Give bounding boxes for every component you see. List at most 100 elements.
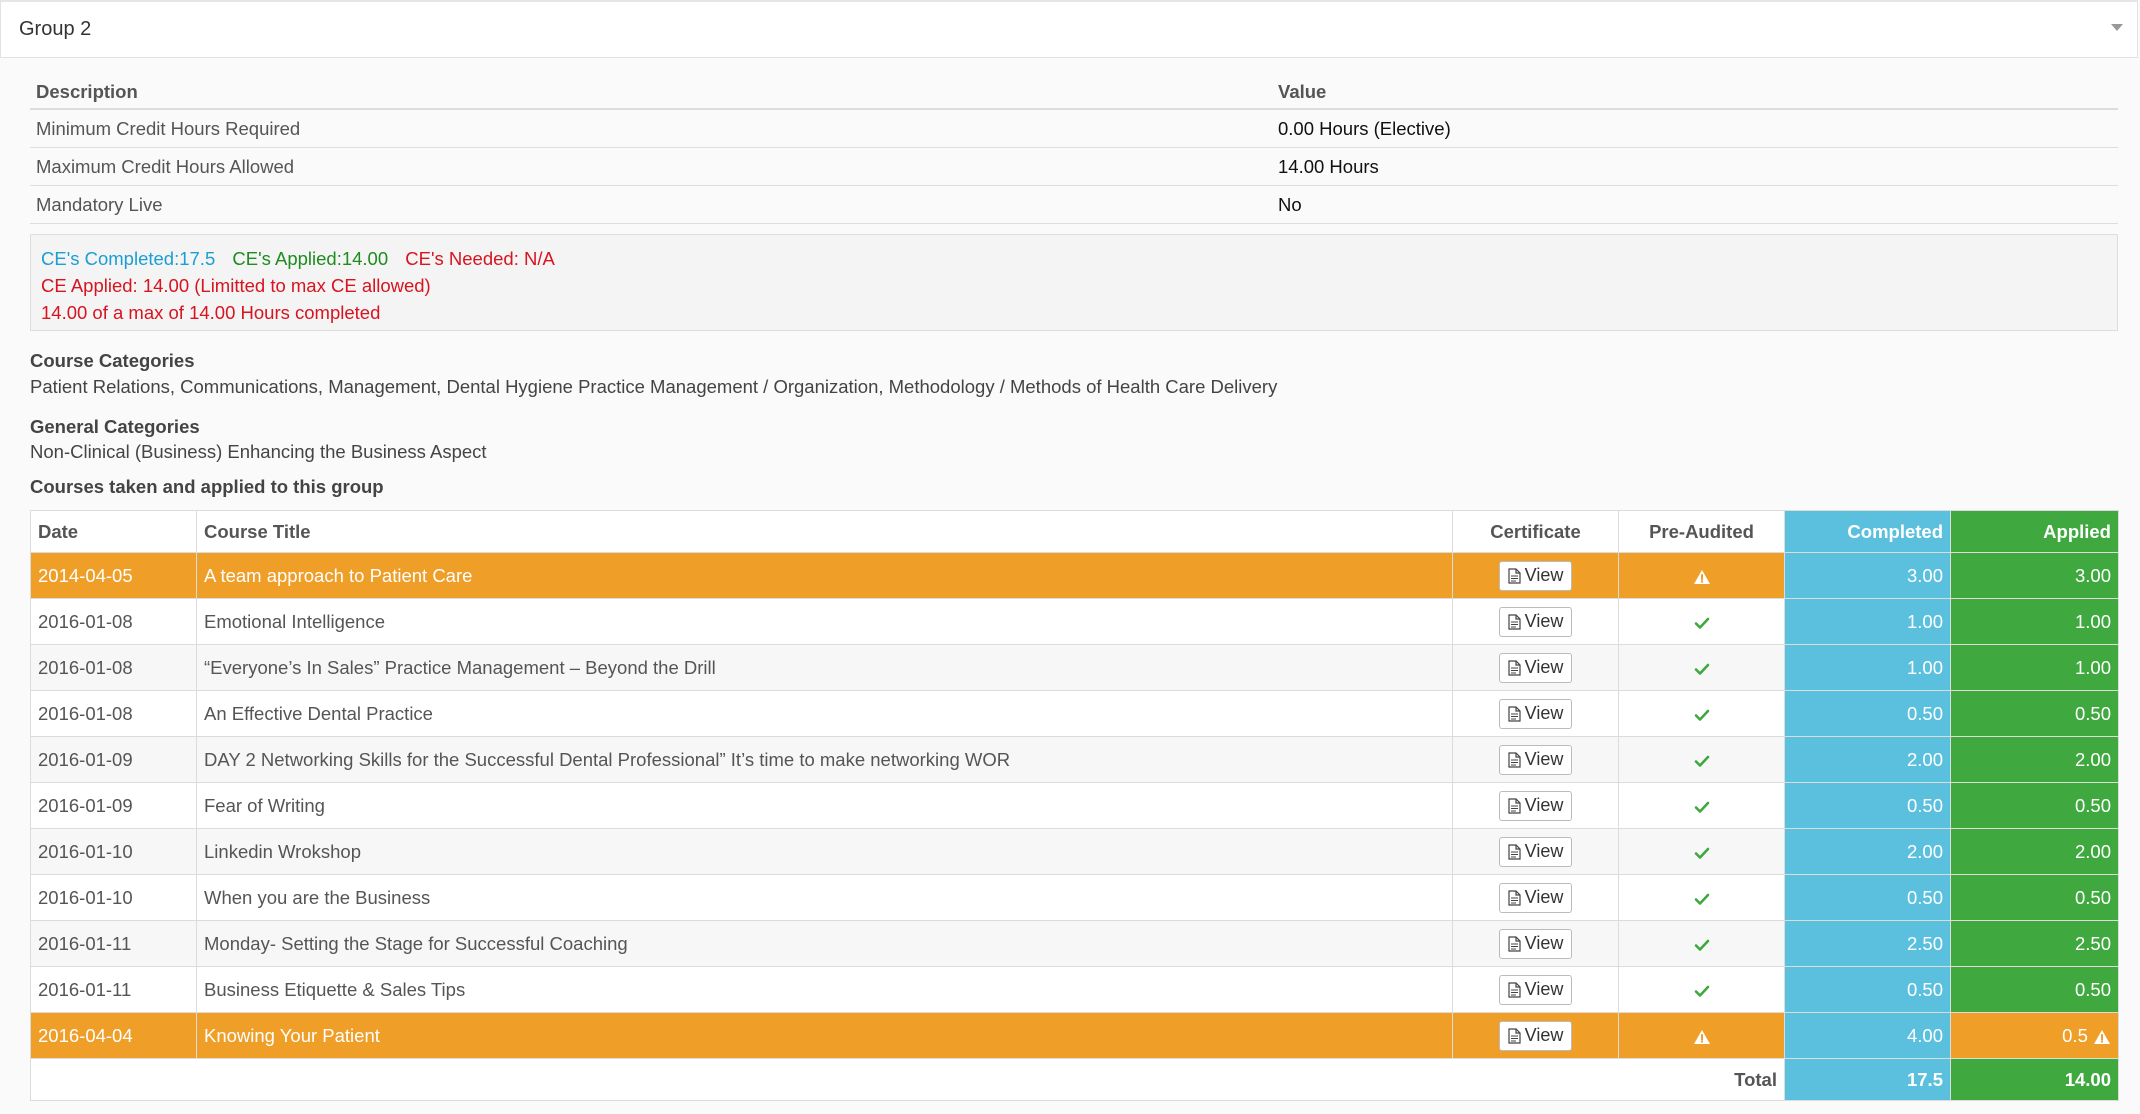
document-icon [1508, 751, 1521, 768]
pre-audited-cell [1618, 736, 1785, 783]
pre-audited-cell [1618, 920, 1785, 967]
course-row: 2016-01-09 Fear of Writing View 0.50 0.50 [30, 782, 2119, 829]
course-applied: 2.00 [1950, 828, 2119, 875]
course-applied: 2.50 [1950, 920, 2119, 967]
ce-needed: CE's Needed: N/A [405, 248, 555, 269]
check-icon [1694, 801, 1709, 813]
certificate-cell: View [1452, 828, 1619, 875]
view-certificate-button[interactable]: View [1498, 836, 1573, 867]
course-title: Business Etiquette & Sales Tips [196, 966, 1453, 1013]
course-applied: 2.00 [1950, 736, 2119, 783]
course-applied-value: 3.00 [2074, 564, 2111, 586]
pre-audited-cell [1618, 1012, 1785, 1059]
view-certificate-button[interactable]: View [1498, 560, 1573, 591]
ce-applied-note: CE Applied: 14.00 (Limitted to max CE al… [41, 275, 431, 296]
course-applied-value: 0.50 [2074, 794, 2111, 816]
check-icon [1694, 663, 1709, 675]
course-row: 2016-01-10 When you are the Business View 0… [30, 874, 2119, 921]
requirement-row: Maximum Credit Hours Allowed 14.00 Hours [30, 147, 2118, 186]
course-categories-text: Patient Relations, Communications, Manag… [30, 376, 1278, 397]
check-icon [1694, 939, 1709, 951]
courses-table: Date Course Title Certificate Pre-Audite… [30, 510, 2119, 1101]
course-applied-value: 0.50 [2074, 886, 2111, 908]
pre-audited-cell [1618, 598, 1785, 645]
course-applied-value: 1.00 [2074, 610, 2111, 632]
requirement-value: 14.00 Hours [1272, 147, 2118, 186]
certificate-cell: View [1452, 552, 1619, 599]
view-certificate-button[interactable]: View [1498, 606, 1573, 637]
course-completed: 0.50 [1784, 782, 1951, 829]
course-date: 2014-04-05 [30, 552, 197, 599]
course-applied: 3.00 [1950, 552, 2119, 599]
pre-audited-cell [1618, 828, 1785, 875]
course-title: An Effective Dental Practice [196, 690, 1453, 737]
document-icon [1508, 797, 1521, 814]
caret-down-icon[interactable] [2111, 24, 2123, 31]
course-date: 2016-01-10 [30, 828, 197, 875]
course-row: 2016-01-08 “Everyone’s In Sales” Practice… [30, 644, 2119, 691]
total-completed: 17.5 [1784, 1058, 1951, 1101]
requirement-row: Mandatory Live No [30, 185, 2118, 224]
course-completed: 3.00 [1784, 552, 1951, 599]
general-categories-text: Non-Clinical (Business) Enhancing the Bu… [30, 441, 487, 462]
panel-title: Group 2 [19, 18, 92, 40]
pre-audited-cell [1618, 966, 1785, 1013]
view-certificate-button[interactable]: View [1498, 974, 1573, 1005]
certificate-cell: View [1452, 920, 1619, 967]
course-date: 2016-01-09 [30, 782, 197, 829]
course-row: 2016-01-08 Emotional Intelligence View 1.00… [30, 598, 2119, 645]
pre-audited-cell [1618, 782, 1785, 829]
course-applied: 0.50 [1950, 690, 2119, 737]
view-certificate-button[interactable]: View [1498, 790, 1573, 821]
view-certificate-button[interactable]: View [1498, 882, 1573, 913]
course-title: Emotional Intelligence [196, 598, 1453, 645]
pre-audited-cell [1618, 874, 1785, 921]
view-label: View [1524, 611, 1564, 631]
course-applied-value: 1.00 [2074, 656, 2111, 678]
course-applied: 0.50 [1950, 874, 2119, 921]
pre-audited-cell [1618, 552, 1785, 599]
course-completed: 1.00 [1784, 644, 1951, 691]
view-label: View [1524, 933, 1564, 953]
course-date: 2016-01-10 [30, 874, 197, 921]
completed-header: Completed [1784, 510, 1951, 553]
view-certificate-button[interactable]: View [1498, 1020, 1573, 1051]
course-applied-value: 2.00 [2074, 840, 2111, 862]
certificate-cell: View [1452, 690, 1619, 737]
group-panel-header[interactable]: Group 2 [0, 0, 2138, 58]
course-completed: 2.50 [1784, 920, 1951, 967]
course-completed: 1.00 [1784, 598, 1951, 645]
course-applied-value: 0.50 [2074, 978, 2111, 1000]
view-label: View [1524, 749, 1564, 769]
view-certificate-button[interactable]: View [1498, 928, 1573, 959]
document-icon [1508, 935, 1521, 952]
certificate-cell: View [1452, 598, 1619, 645]
view-label: View [1524, 841, 1564, 861]
document-icon [1508, 843, 1521, 860]
document-icon [1508, 659, 1521, 676]
view-certificate-button[interactable]: View [1498, 698, 1573, 729]
pre-audited-cell [1618, 644, 1785, 691]
course-row: 2016-01-10 Linkedin Wrokshop View 2.00 2.00 [30, 828, 2119, 875]
certificate-cell: View [1452, 874, 1619, 921]
view-certificate-button[interactable]: View [1498, 652, 1573, 683]
document-icon [1508, 981, 1521, 998]
requirement-description: Maximum Credit Hours Allowed [30, 147, 1272, 186]
course-row: 2016-01-11 Business Etiquette & Sales Tip… [30, 966, 2119, 1013]
course-row: 2016-01-08 An Effective Dental Practice Vi… [30, 690, 2119, 737]
certificate-cell: View [1452, 1012, 1619, 1059]
certificate-cell: View [1452, 736, 1619, 783]
course-title: “Everyone’s In Sales” Practice Managemen… [196, 644, 1453, 691]
course-completed: 4.00 [1784, 1012, 1951, 1059]
course-title: Fear of Writing [196, 782, 1453, 829]
total-row: Total 17.5 14.00 [30, 1058, 2119, 1101]
course-row: 2016-01-09 DAY 2 Networking Skills for th… [30, 736, 2119, 783]
course-title: A team approach to Patient Care [196, 552, 1453, 599]
course-applied: 0.50 [1950, 782, 2119, 829]
pre-audited-header: Pre-Audited [1618, 510, 1785, 553]
course-applied: 1.00 [1950, 644, 2119, 691]
requirements-table: Description Value Minimum Credit Hours R… [30, 76, 2118, 224]
view-label: View [1524, 887, 1564, 907]
view-certificate-button[interactable]: View [1498, 744, 1573, 775]
course-row: 2016-01-11 Monday- Setting the Stage for … [30, 920, 2119, 967]
